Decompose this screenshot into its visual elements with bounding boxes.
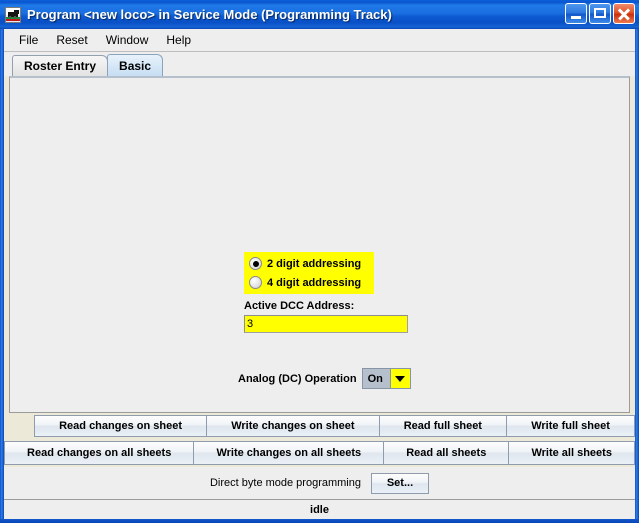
- tab-basic[interactable]: Basic: [107, 54, 163, 76]
- write-full-sheet-button[interactable]: Write full sheet: [506, 415, 635, 437]
- panel-wrapper: 2 digit addressing 4 digit addressing Ac…: [4, 76, 635, 413]
- window-frame-right: [635, 29, 639, 523]
- radio-4-digit-indicator: [249, 276, 262, 289]
- analog-dc-operation-value: On: [362, 368, 390, 389]
- menu-item-reset[interactable]: Reset: [47, 31, 96, 49]
- radio-4-digit-label: 4 digit addressing: [267, 277, 361, 289]
- locomotive-icon: [5, 7, 21, 23]
- status-bar: idle: [4, 499, 635, 519]
- sheet-button-row: Read changes on sheet Write changes on s…: [4, 413, 635, 439]
- read-changes-on-all-sheets-button[interactable]: Read changes on all sheets: [4, 441, 194, 465]
- status-text: idle: [310, 504, 329, 516]
- direct-mode-label: Direct byte mode programming: [210, 477, 361, 489]
- write-changes-on-all-sheets-button[interactable]: Write changes on all sheets: [193, 441, 384, 465]
- all-sheets-button-row: Read changes on all sheets Write changes…: [4, 439, 635, 467]
- minimize-button[interactable]: [565, 3, 587, 24]
- radio-2-digit-addressing[interactable]: 2 digit addressing: [244, 254, 374, 273]
- tab-strip: Roster Entry Basic: [4, 52, 635, 76]
- basic-form: 2 digit addressing 4 digit addressing Ac…: [10, 78, 629, 412]
- read-changes-on-sheet-button[interactable]: Read changes on sheet: [34, 415, 207, 437]
- write-changes-on-sheet-button[interactable]: Write changes on sheet: [206, 415, 380, 437]
- window-title: Program <new loco> in Service Mode (Prog…: [27, 7, 392, 22]
- client-area: File Reset Window Help Roster Entry Basi…: [4, 29, 635, 519]
- analog-dc-operation-label: Analog (DC) Operation: [238, 373, 357, 385]
- addressing-group: 2 digit addressing 4 digit addressing: [244, 252, 374, 294]
- radio-2-digit-label: 2 digit addressing: [267, 258, 361, 270]
- basic-pane: 2 digit addressing 4 digit addressing Ac…: [9, 76, 630, 413]
- window-frame-bottom: [0, 519, 639, 523]
- menu-item-help[interactable]: Help: [157, 31, 200, 49]
- write-all-sheets-button[interactable]: Write all sheets: [508, 441, 635, 465]
- application-window: Program <new loco> in Service Mode (Prog…: [0, 0, 639, 523]
- active-dcc-address-input[interactable]: [244, 315, 408, 333]
- radio-2-digit-indicator: [249, 257, 262, 270]
- menu-bar: File Reset Window Help: [4, 29, 635, 52]
- read-all-sheets-button[interactable]: Read all sheets: [383, 441, 509, 465]
- maximize-button[interactable]: [589, 3, 611, 24]
- analog-dc-operation-row: Analog (DC) Operation On: [238, 368, 411, 389]
- direct-mode-row: Direct byte mode programming Set...: [4, 467, 635, 499]
- chevron-down-icon[interactable]: [390, 368, 411, 389]
- active-dcc-address-label: Active DCC Address:: [244, 300, 354, 312]
- close-button[interactable]: [613, 3, 635, 24]
- title-bar: Program <new loco> in Service Mode (Prog…: [0, 0, 639, 29]
- tab-roster-entry[interactable]: Roster Entry: [12, 55, 108, 76]
- read-full-sheet-button[interactable]: Read full sheet: [379, 415, 507, 437]
- set-programming-mode-button[interactable]: Set...: [371, 473, 429, 494]
- analog-dc-operation-select[interactable]: On: [362, 368, 411, 389]
- menu-item-file[interactable]: File: [10, 31, 47, 49]
- radio-4-digit-addressing[interactable]: 4 digit addressing: [244, 273, 374, 292]
- window-controls: [565, 3, 635, 24]
- menu-item-window[interactable]: Window: [97, 31, 158, 49]
